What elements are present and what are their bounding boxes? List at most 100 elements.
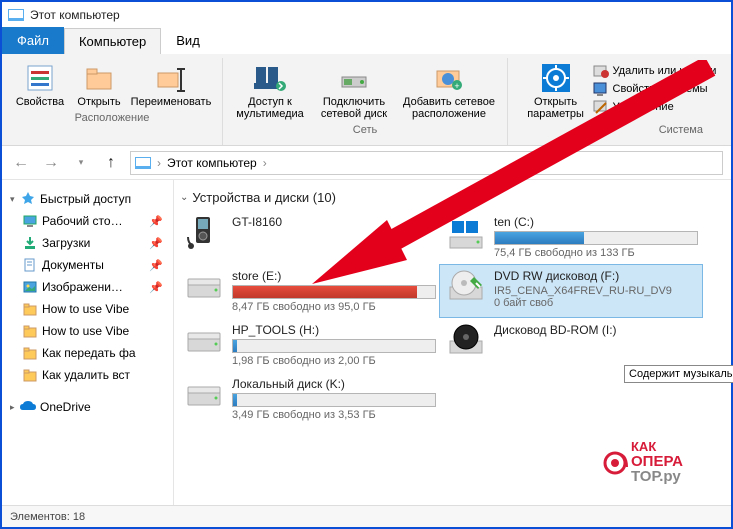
drive-item[interactable]: ten (C:) 75,4 ГБ свободно из 133 ГБ [440, 211, 702, 263]
sidebar-item[interactable]: How to use Vibe [2, 298, 173, 320]
drive-item[interactable]: HP_TOOLS (H:) 1,98 ГБ свободно из 2,00 ГБ [178, 319, 440, 371]
onedrive-label: OneDrive [40, 400, 91, 414]
drives-grid: GT-I8160 ten (C:) 75,4 ГБ свободно из 133 … [178, 211, 727, 427]
rename-button[interactable]: Переименовать [128, 60, 214, 110]
sidebar-item-label: Как удалить вст [42, 368, 130, 382]
properties-icon [24, 62, 56, 94]
drive-name: HP_TOOLS (H:) [232, 323, 436, 337]
breadcrumb-path: Этот компьютер [167, 156, 257, 170]
item-count: Элементов: 18 [10, 511, 85, 523]
ribbon: Свойства Открыть Переименовать Расположе… [2, 54, 731, 146]
drive-name: GT-I8160 [232, 215, 436, 229]
watermark: КАК ОПЕРА ТОР.ру [601, 429, 711, 485]
sidebar-item[interactable]: Как передать фа [2, 342, 173, 364]
svg-text:КАК: КАК [631, 439, 656, 454]
ribbon-group-network: Доступ к мультимедиа Подключить сетевой … [223, 58, 508, 145]
add-network-button[interactable]: + Добавить сетевое расположение [399, 60, 499, 122]
manage-icon [593, 99, 609, 115]
capacity-bar [494, 231, 698, 245]
star-icon [20, 191, 36, 207]
image-icon [22, 279, 38, 295]
sidebar-item-label: Как передать фа [42, 346, 136, 360]
media-icon [254, 62, 286, 94]
nav-up-button[interactable]: ↑ [100, 152, 122, 174]
drive-item[interactable]: Дисковод BD-ROM (I:) [440, 319, 702, 371]
rename-label: Переименовать [131, 96, 212, 108]
sidebar-item[interactable]: Рабочий сто…📌 [2, 210, 173, 232]
map-drive-label: Подключить сетевой диск [315, 96, 393, 120]
sidebar-item[interactable]: Загрузки📌 [2, 232, 173, 254]
sysprops-icon [593, 81, 609, 97]
manage-button[interactable]: Управление [593, 99, 717, 115]
folder-icon [22, 345, 38, 361]
drive-icon [444, 215, 488, 253]
settings-icon [540, 62, 572, 94]
group-system-label: Система [659, 124, 703, 138]
chevron-down-icon: ⌄ [180, 192, 188, 203]
ribbon-group-system: Открыть параметры Удалить или измени Сво… [508, 58, 731, 145]
add-network-label: Добавить сетевое расположение [401, 96, 497, 120]
pc-icon [8, 9, 24, 21]
nav-forward-button[interactable]: → [40, 152, 62, 174]
properties-button[interactable]: Свойства [10, 60, 70, 110]
tab-view[interactable]: Вид [161, 27, 215, 54]
pin-icon: 📌 [149, 237, 163, 250]
open-button[interactable]: Открыть [74, 60, 124, 110]
sidebar-item-label: Изображени… [42, 280, 123, 294]
nav-back-button[interactable]: ← [10, 152, 32, 174]
pin-icon: 📌 [149, 259, 163, 272]
section-header[interactable]: ⌄ Устройства и диски (10) [180, 190, 727, 205]
download-icon [22, 235, 38, 251]
drive-free: 3,49 ГБ свободно из 3,53 ГБ [232, 409, 436, 421]
sidebar-item[interactable]: Изображени… 📌 [2, 276, 173, 298]
address-box[interactable]: › Этот компьютер › [130, 151, 723, 175]
folder-icon [22, 301, 38, 317]
drive-icon [444, 269, 488, 307]
sidebar: ▾ Быстрый доступ Рабочий сто…📌Загрузки📌Д… [2, 180, 174, 505]
tooltip: Содержит музыкальны [624, 365, 733, 383]
manage-label: Управление [613, 101, 674, 113]
drive-icon [182, 377, 226, 415]
sysprops-label: Свойства системы [613, 83, 708, 95]
open-settings-button[interactable]: Открыть параметры [523, 60, 589, 122]
drive-icon [182, 269, 226, 307]
drive-icon [444, 323, 488, 361]
drive-item[interactable]: GT-I8160 [178, 211, 440, 263]
media-access-button[interactable]: Доступ к мультимедиа [231, 60, 309, 122]
drive-free: 8,47 ГБ свободно из 95,0 ГБ [232, 301, 436, 313]
sidebar-item[interactable]: How to use Vibe [2, 320, 173, 342]
open-icon [83, 62, 115, 94]
drive-name: DVD RW дисковод (F:) [494, 269, 698, 283]
folder-icon [22, 323, 38, 339]
sysprops-button[interactable]: Свойства системы [593, 81, 717, 97]
drive-item[interactable]: DVD RW дисковод (F:) IR5_CENA_X64FREV_RU-… [440, 265, 702, 317]
pin-icon: 📌 [149, 281, 163, 294]
group-network-label: Сеть [353, 124, 377, 138]
sidebar-item[interactable]: Как удалить вст [2, 364, 173, 386]
onedrive-icon [20, 399, 36, 415]
title-bar: Этот компьютер [2, 2, 731, 28]
map-drive-button[interactable]: Подключить сетевой диск [313, 60, 395, 122]
drive-name: Дисковод BD-ROM (I:) [494, 323, 698, 337]
capacity-bar [232, 285, 436, 299]
tab-computer[interactable]: Компьютер [64, 28, 161, 54]
breadcrumb-sep: › [263, 156, 267, 170]
drive-item[interactable]: store (E:) 8,47 ГБ свободно из 95,0 ГБ [178, 265, 440, 317]
chevron-right-icon: ▸ [10, 402, 20, 413]
address-bar: ← → ▾ ↑ › Этот компьютер › [2, 146, 731, 180]
drive-name: store (E:) [232, 269, 436, 283]
tab-file[interactable]: Файл [2, 27, 64, 54]
uninstall-button[interactable]: Удалить или измени [593, 63, 717, 79]
drive-subtitle: IR5_CENA_X64FREV_RU-RU_DV9 [494, 285, 698, 297]
drive-free: 75,4 ГБ свободно из 133 ГБ [494, 247, 698, 259]
desktop-icon [22, 213, 38, 229]
sidebar-quick-access[interactable]: ▾ Быстрый доступ [2, 188, 173, 210]
sidebar-item-label: How to use Vibe [42, 324, 129, 338]
sidebar-onedrive[interactable]: ▸ OneDrive [2, 396, 173, 418]
drive-item[interactable]: Локальный диск (K:)3,49 ГБ свободно из 3… [178, 373, 440, 425]
pc-icon [135, 157, 151, 169]
drive-free: 1,98 ГБ свободно из 2,00 ГБ [232, 355, 436, 367]
sidebar-item[interactable]: Документы📌 [2, 254, 173, 276]
nav-recent-button[interactable]: ▾ [70, 152, 92, 174]
drive-name: ten (C:) [494, 215, 698, 229]
